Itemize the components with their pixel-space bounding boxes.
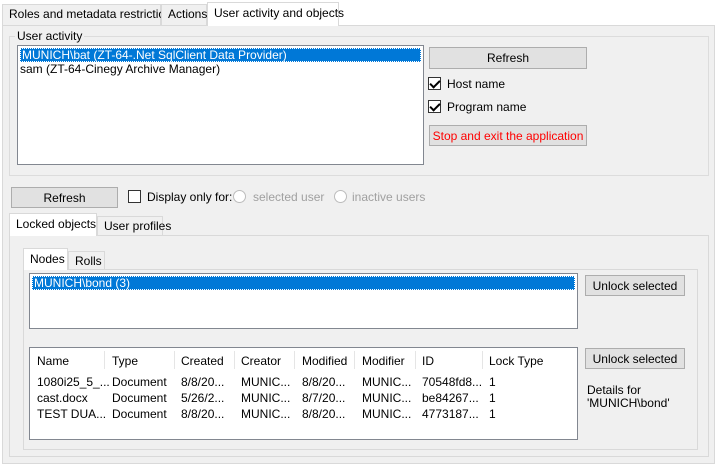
column-separator[interactable] (294, 351, 295, 369)
cell-type: Document (112, 375, 167, 389)
cell-name: 1080i25_5_... (37, 375, 110, 389)
tab-locked-objects[interactable]: Locked objects (9, 213, 97, 236)
column-separator[interactable] (482, 351, 483, 369)
column-separator[interactable] (174, 351, 175, 369)
stop-exit-button[interactable]: Stop and exit the application (429, 125, 587, 146)
cell-created: 5/26/2... (181, 391, 225, 405)
tab-roles-metadata[interactable]: Roles and metadata restrictions (2, 4, 178, 25)
inactive-users-radio[interactable] (334, 190, 347, 203)
host-name-label: Host name (447, 77, 506, 91)
list-item[interactable]: MUNICH\bond (3) (32, 276, 575, 290)
table-row[interactable]: 1080i25_5_... Document 8/8/20... MUNIC..… (30, 375, 577, 391)
cell-modified: 8/7/20... (302, 391, 346, 405)
program-name-label: Program name (447, 100, 527, 114)
cell-lock-type: 1 (489, 375, 496, 389)
cell-id: 4773187... (422, 407, 479, 421)
unlock-selected-button[interactable]: Unlock selected (585, 275, 685, 296)
cell-created: 8/8/20... (181, 407, 225, 421)
objects-refresh-button[interactable]: Refresh (11, 187, 118, 208)
cell-creator: MUNIC... (241, 375, 291, 389)
cell-name: cast.docx (37, 391, 88, 405)
display-only-label: Display only for: (147, 190, 233, 204)
cell-type: Document (112, 407, 167, 421)
column-header-modifier[interactable]: Modifier (362, 354, 405, 368)
column-header-name[interactable]: Name (37, 354, 69, 368)
details-label-line2: 'MUNICH\bond' (587, 396, 670, 410)
tab-user-activity-objects[interactable]: User activity and objects (207, 2, 344, 26)
column-header-creator[interactable]: Creator (241, 354, 281, 368)
display-only-checkbox[interactable] (128, 190, 141, 203)
program-name-checkbox[interactable] (428, 100, 441, 113)
table-row[interactable]: cast.docx Document 5/26/2... MUNIC... 8/… (30, 391, 577, 407)
cell-created: 8/8/20... (181, 375, 225, 389)
cell-modified: 8/8/20... (302, 375, 346, 389)
inactive-users-label: inactive users (352, 190, 426, 204)
cell-type: Document (112, 391, 167, 405)
user-activity-title: User activity (15, 29, 85, 43)
cell-id: 70548fd8... (422, 375, 483, 389)
unlock-selected-button-2[interactable]: Unlock selected (585, 348, 685, 369)
selected-user-radio[interactable] (233, 190, 246, 203)
user-activity-list[interactable]: MUNICH\bat (ZT-64-.Net SqlClient Data Pr… (17, 45, 424, 165)
column-header-type[interactable]: Type (112, 354, 138, 368)
cell-id: be84267... (422, 391, 479, 405)
nodes-list[interactable]: MUNICH\bond (3) (29, 273, 578, 329)
selected-user-label: selected user (253, 190, 325, 204)
user-activity-refresh-button[interactable]: Refresh (429, 47, 587, 69)
column-separator[interactable] (104, 351, 105, 369)
cell-creator: MUNIC... (241, 407, 291, 421)
column-header-id[interactable]: ID (422, 354, 434, 368)
cell-name: TEST DUA... (37, 407, 107, 421)
locked-objects-table[interactable]: Name Type Created Creator Modified Modif… (29, 347, 578, 440)
list-item[interactable]: sam (ZT-64-Cinegy Archive Manager) (20, 62, 220, 76)
cell-lock-type: 1 (489, 391, 496, 405)
column-separator[interactable] (234, 351, 235, 369)
column-separator[interactable] (415, 351, 416, 369)
tab-user-profiles[interactable]: User profiles (97, 216, 171, 237)
details-label-line1: Details for (587, 383, 642, 397)
column-separator[interactable] (354, 351, 355, 369)
tab-actions[interactable]: Actions (161, 4, 207, 25)
column-header-modified[interactable]: Modified (302, 354, 347, 368)
cell-modifier: MUNIC... (362, 407, 412, 421)
column-header-created[interactable]: Created (181, 354, 224, 368)
cell-modified: 8/8/20... (302, 407, 346, 421)
cell-modifier: MUNIC... (362, 375, 412, 389)
list-item[interactable]: MUNICH\bat (ZT-64-.Net SqlClient Data Pr… (20, 48, 421, 62)
host-name-checkbox[interactable] (428, 77, 441, 90)
cell-creator: MUNIC... (241, 391, 291, 405)
table-row[interactable]: TEST DUA... Document 8/8/20... MUNIC... … (30, 407, 577, 423)
tab-nodes[interactable]: Nodes (23, 248, 68, 270)
cell-lock-type: 1 (489, 407, 496, 421)
cell-modifier: MUNIC... (362, 391, 412, 405)
column-header-lock-type[interactable]: Lock Type (489, 354, 543, 368)
